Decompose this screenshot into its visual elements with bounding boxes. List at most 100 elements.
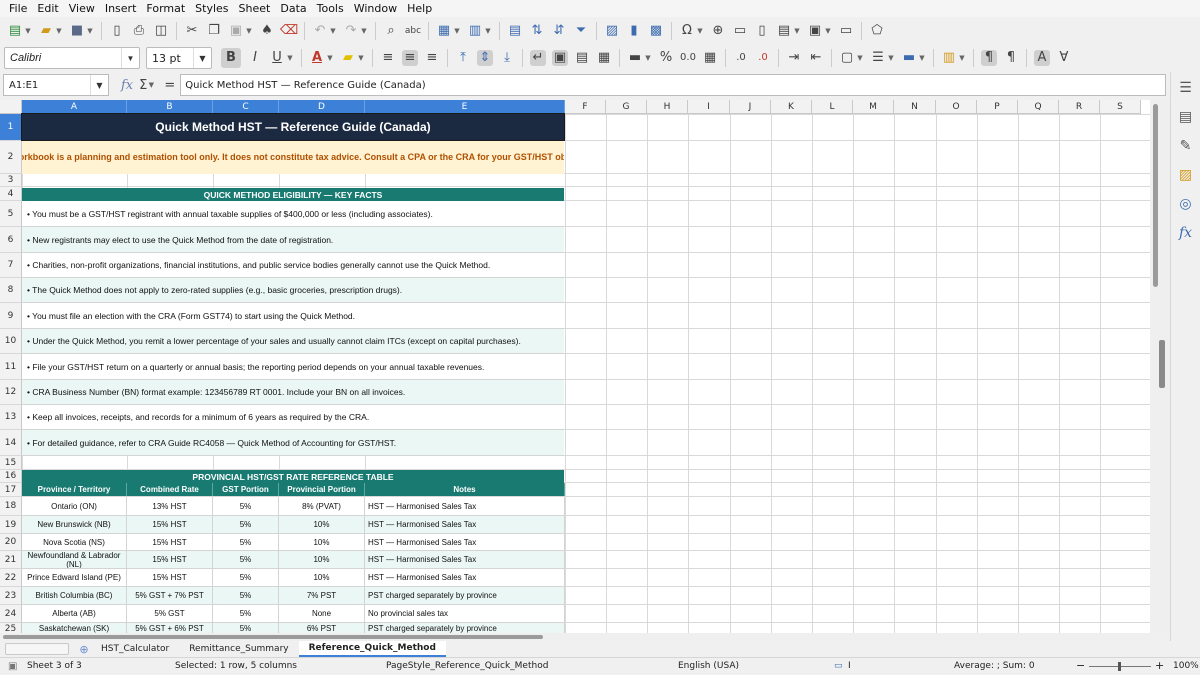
delete-decimal-icon[interactable]: .0 xyxy=(755,50,771,66)
row-header-3[interactable]: 3 xyxy=(0,174,22,187)
chevron-down-icon[interactable]: ▼ xyxy=(856,50,864,66)
print-icon[interactable]: ⎙ xyxy=(131,23,147,39)
rate-table-cell[interactable]: PST charged separately by province xyxy=(365,587,565,605)
tab-remittance-summary[interactable]: Remittance_Summary xyxy=(179,641,298,657)
menu-insert[interactable]: Insert xyxy=(100,2,142,15)
rate-table-cell[interactable]: HST — Harmonised Sales Tax xyxy=(365,569,565,587)
row-header-2[interactable]: 2 xyxy=(0,141,22,174)
menu-view[interactable]: View xyxy=(64,2,100,15)
disclaimer-cell[interactable]: ⚠ This workbook is a planning and estima… xyxy=(22,141,564,174)
chevron-down-icon[interactable]: ▼ xyxy=(90,75,108,95)
sum-icon[interactable]: Σ xyxy=(139,78,147,93)
row-header-23[interactable]: 23 xyxy=(0,587,22,605)
column-header-g[interactable]: G xyxy=(606,100,647,114)
eligibility-item[interactable]: • Charities, non-profit organizations, f… xyxy=(22,253,564,278)
sort-ascending-icon[interactable]: ⇅ xyxy=(529,23,545,39)
rate-table-cell[interactable]: PST charged separately by province xyxy=(365,623,565,633)
rate-table-cell[interactable]: 5% xyxy=(213,623,279,633)
chevron-down-icon[interactable]: ▼ xyxy=(245,23,253,39)
column-header-e[interactable]: E xyxy=(365,100,565,114)
rate-table-cell[interactable]: 13% HST xyxy=(127,497,213,516)
column-header-c[interactable]: C xyxy=(213,100,279,114)
text-direction-ltr-icon[interactable]: ¶ xyxy=(981,50,997,66)
merge-center-icon[interactable]: ▣ xyxy=(552,50,568,66)
cut-icon[interactable]: ✂ xyxy=(184,23,200,39)
chevron-down-icon[interactable]: ▼ xyxy=(696,23,704,39)
row-header-17[interactable]: 17 xyxy=(0,483,22,497)
menu-styles[interactable]: Styles xyxy=(190,2,233,15)
gallery-icon[interactable]: ▨ xyxy=(1176,165,1196,185)
chevron-down-icon[interactable]: ▼ xyxy=(918,50,926,66)
font-name-combo[interactable]: Calibri ▼ xyxy=(4,47,140,69)
row-header-19[interactable]: 19 xyxy=(0,516,22,534)
rate-table-cell[interactable]: 5% GST + 7% PST xyxy=(127,587,213,605)
rate-table-cell[interactable]: Prince Edward Island (PE) xyxy=(22,569,127,587)
row-header-16[interactable]: 16 xyxy=(0,470,22,483)
rate-table-cell[interactable]: Newfoundland & Labrador (NL) xyxy=(22,551,127,569)
rate-table-cell[interactable]: Alberta (AB) xyxy=(22,605,127,623)
row-header-15[interactable]: 15 xyxy=(0,456,22,470)
column-header-k[interactable]: K xyxy=(771,100,812,114)
align-center-icon[interactable]: ≡ xyxy=(402,50,418,66)
split-window-icon[interactable]: ▭ xyxy=(838,23,854,39)
rate-table-cell[interactable]: 5% GST + 6% PST xyxy=(127,623,213,633)
zoom-in-icon[interactable]: + xyxy=(1155,659,1164,672)
column-header-s[interactable]: S xyxy=(1100,100,1141,114)
zoom-out-icon[interactable]: − xyxy=(1076,659,1085,672)
column-header-m[interactable]: M xyxy=(853,100,894,114)
clone-formatting-icon[interactable]: ♠ xyxy=(259,23,275,39)
menu-edit[interactable]: Edit xyxy=(32,2,63,15)
row-header-10[interactable]: 10 xyxy=(0,329,22,354)
rate-table-cell[interactable]: 5% xyxy=(213,587,279,605)
rate-table-cell[interactable]: 6% PST xyxy=(279,623,365,633)
conditional-format-icon[interactable]: ▥ xyxy=(941,50,957,66)
column-header-d[interactable]: D xyxy=(279,100,365,114)
autofilter-icon[interactable]: ⏷ xyxy=(573,23,589,39)
font-color-icon[interactable]: A xyxy=(309,50,325,66)
insert-chart-icon[interactable]: ▮ xyxy=(626,23,642,39)
increase-indent-icon[interactable]: ⇥ xyxy=(786,50,802,66)
styles-icon[interactable]: ✎ xyxy=(1176,136,1196,156)
vertical-scrollbar-thumb[interactable] xyxy=(1153,104,1158,287)
chevron-down-icon[interactable]: ▼ xyxy=(793,23,801,39)
chevron-down-icon[interactable]: ▼ xyxy=(55,23,63,39)
text-direction-rtl-icon[interactable]: ¶ xyxy=(1003,50,1019,66)
open-folder-icon[interactable]: ▰ xyxy=(38,23,54,39)
eligibility-item[interactable]: • Under the Quick Method, you remit a lo… xyxy=(22,329,564,354)
column-header-a[interactable]: A xyxy=(22,100,127,114)
insert-image-icon[interactable]: ▨ xyxy=(604,23,620,39)
selection-mode-icon[interactable]: ▭ xyxy=(834,661,843,671)
rate-table-cell[interactable]: None xyxy=(279,605,365,623)
border-style-icon[interactable]: ☰ xyxy=(870,50,886,66)
column-header-i[interactable]: I xyxy=(688,100,730,114)
rate-table-header[interactable]: Notes xyxy=(365,483,565,496)
rate-table-cell[interactable]: 10% xyxy=(279,516,365,534)
column-header-o[interactable]: O xyxy=(936,100,977,114)
font-size-combo[interactable]: 13 pt ▼ xyxy=(146,47,212,69)
show-draw-functions-icon[interactable]: ⬠ xyxy=(869,23,885,39)
row-icon[interactable]: ▦ xyxy=(436,23,452,39)
chevron-down-icon[interactable]: ▼ xyxy=(360,23,368,39)
rate-table-cell[interactable]: 15% HST xyxy=(127,534,213,551)
menu-help[interactable]: Help xyxy=(402,2,437,15)
rate-table-cell[interactable]: 5% xyxy=(213,605,279,623)
row-header-18[interactable]: 18 xyxy=(0,497,22,516)
row-header-11[interactable]: 11 xyxy=(0,354,22,380)
eligibility-item[interactable]: • You must file an election with the CRA… xyxy=(22,303,564,329)
align-bottom-icon[interactable]: ⤓ xyxy=(499,50,515,66)
eligibility-item[interactable]: • For detailed guidance, refer to CRA Gu… xyxy=(22,430,564,456)
row-header-6[interactable]: 6 xyxy=(0,227,22,253)
chevron-down-icon[interactable]: ▼ xyxy=(193,48,211,68)
paste-icon[interactable]: ▣ xyxy=(228,23,244,39)
rate-table-cell[interactable]: HST — Harmonised Sales Tax xyxy=(365,516,565,534)
formula-equals-icon[interactable]: = xyxy=(164,78,175,93)
row-header-25[interactable]: 25 xyxy=(0,623,22,633)
spreadsheet-grid[interactable]: ABCDEFGHIJKLMNOPQRS 1 2 3 4 5 6 7 8 9 10 11 12 13 14 1… xyxy=(0,100,1150,633)
column-header-p[interactable]: P xyxy=(977,100,1018,114)
row-header-12[interactable]: 12 xyxy=(0,380,22,405)
menu-window[interactable]: Window xyxy=(349,2,402,15)
vertical-text-icon[interactable]: Ɐ xyxy=(1056,50,1072,66)
sort-descending-icon[interactable]: ⇵ xyxy=(551,23,567,39)
column-header-n[interactable]: N xyxy=(894,100,936,114)
eligibility-item[interactable]: • The Quick Method does not apply to zer… xyxy=(22,278,564,303)
